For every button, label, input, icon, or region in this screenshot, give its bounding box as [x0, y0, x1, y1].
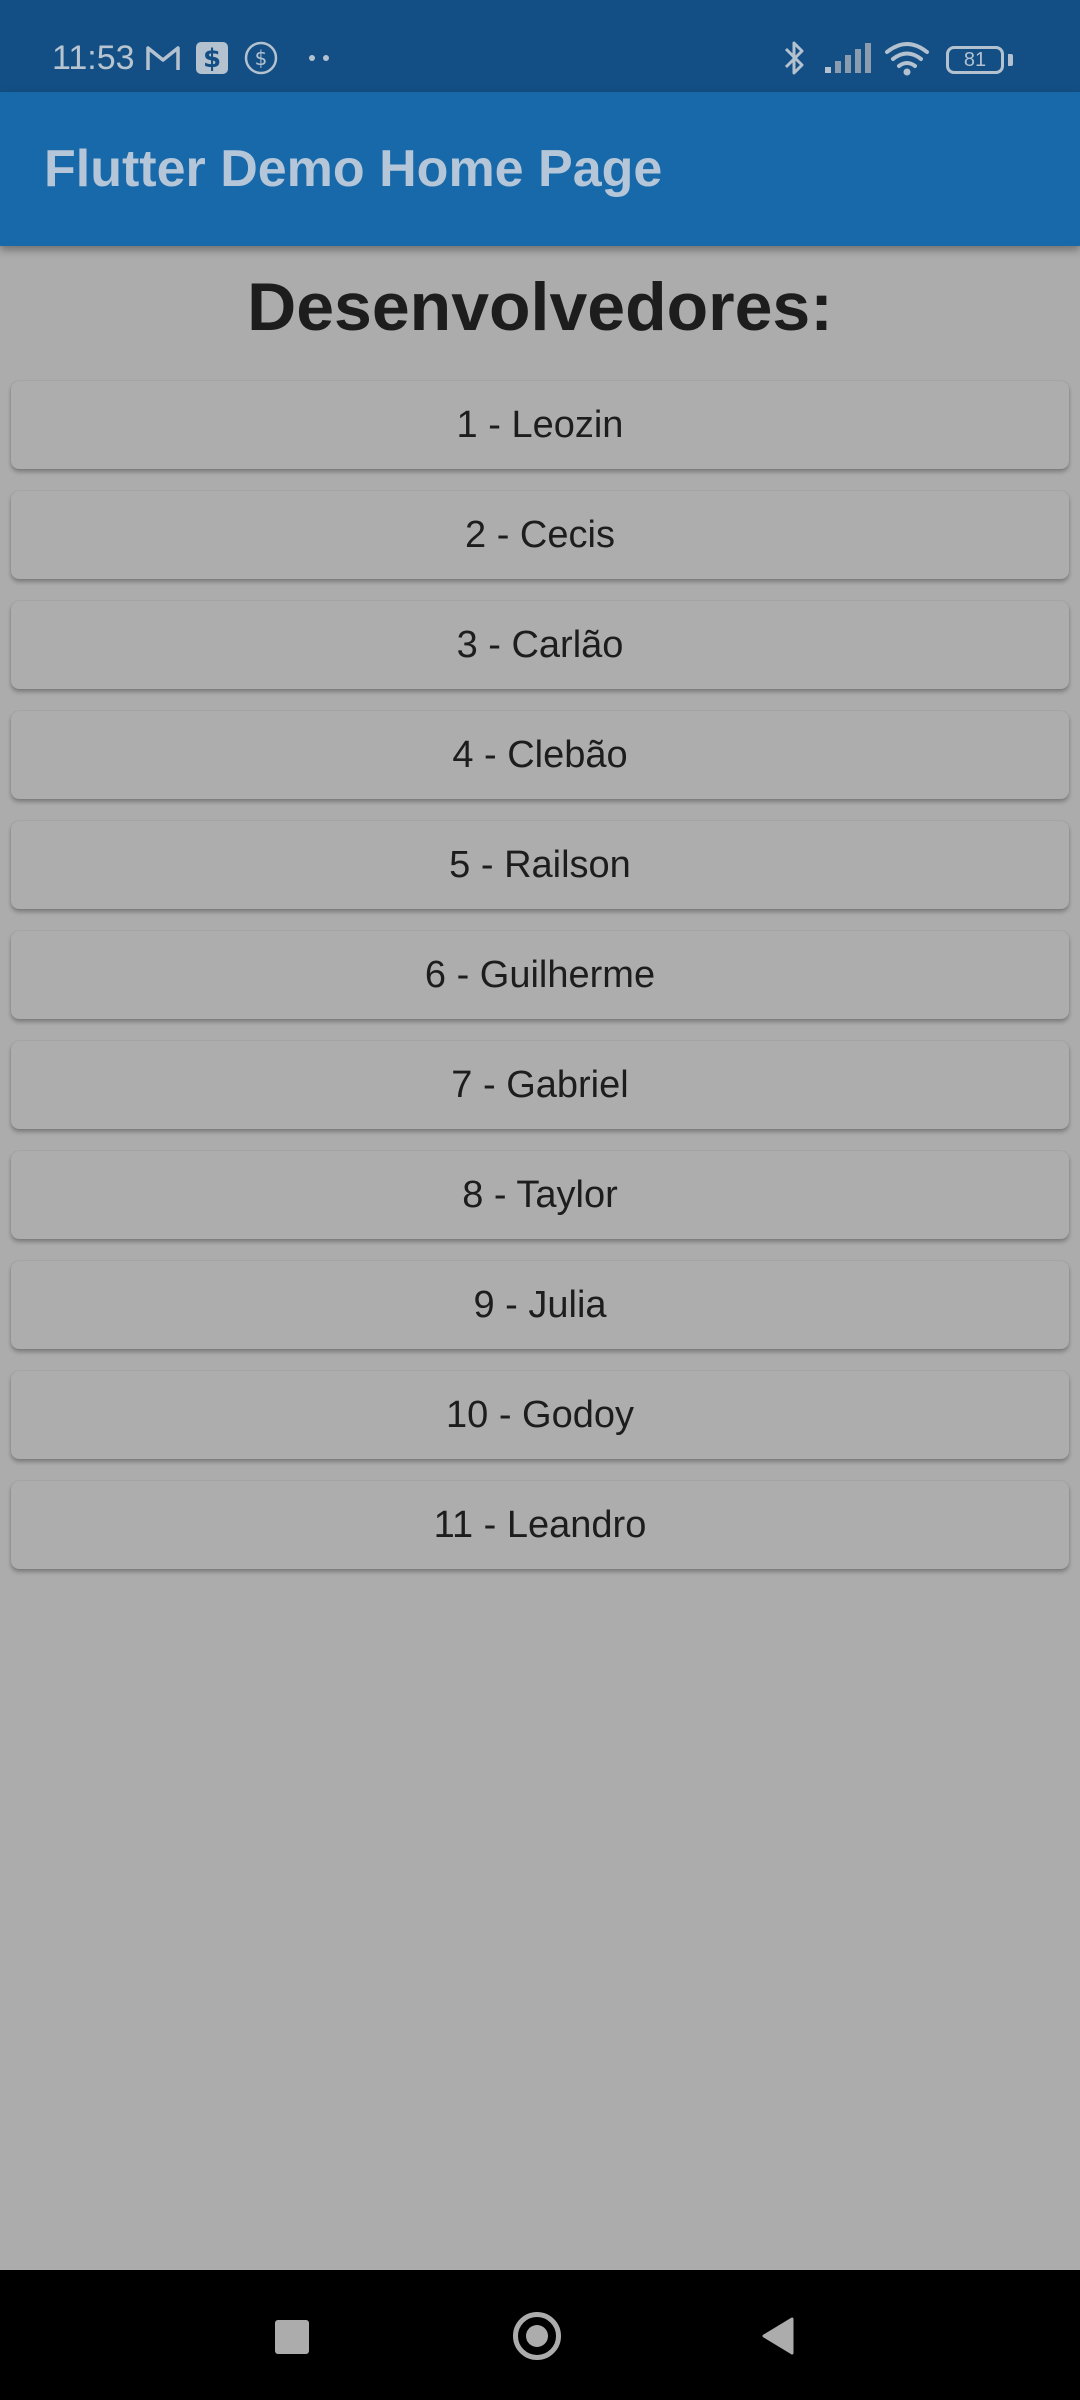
- gmail-icon: [144, 38, 182, 78]
- svg-text:$: $: [203, 44, 221, 74]
- dollar-circle-icon: $: [243, 38, 279, 78]
- page-heading: Desenvolvedores:: [247, 269, 833, 345]
- developer-button-6[interactable]: 6 - Guilherme: [11, 931, 1069, 1019]
- developer-button-10[interactable]: 10 - Godoy: [11, 1371, 1069, 1459]
- developer-button-9[interactable]: 9 - Julia: [11, 1261, 1069, 1349]
- developer-button-1[interactable]: 1 - Leozin: [11, 381, 1069, 469]
- system-nav-bar: [0, 2270, 1080, 2400]
- developer-button-5[interactable]: 5 - Railson: [11, 821, 1069, 909]
- dollar-box-icon: $: [194, 38, 230, 78]
- signal-icon: [822, 38, 874, 78]
- developer-button-7[interactable]: 7 - Gabriel: [11, 1041, 1069, 1129]
- developer-button-11[interactable]: 11 - Leandro: [11, 1481, 1069, 1569]
- developer-button-3[interactable]: 3 - Carlão: [11, 601, 1069, 689]
- wifi-icon: [882, 38, 932, 78]
- more-dots-icon: [304, 38, 334, 78]
- app-bar-title: Flutter Demo Home Page: [44, 140, 663, 198]
- app-bar: Flutter Demo Home Page: [0, 92, 1080, 246]
- developer-button-4[interactable]: 4 - Clebão: [11, 711, 1069, 799]
- developer-button-2[interactable]: 2 - Cecis: [11, 491, 1069, 579]
- battery-icon: 81: [946, 46, 1004, 74]
- bluetooth-icon: [780, 38, 810, 78]
- battery-tip: [1008, 54, 1013, 66]
- status-time: 11:53: [52, 39, 135, 77]
- home-circle-inner: [526, 2325, 548, 2347]
- back-triangle-icon[interactable]: [760, 2316, 796, 2356]
- home-circle-icon[interactable]: [513, 2312, 561, 2360]
- developer-button-8[interactable]: 8 - Taylor: [11, 1151, 1069, 1239]
- recents-square-icon[interactable]: [275, 2320, 309, 2354]
- status-bar: 11:53 $ $ 81: [0, 0, 1080, 92]
- svg-text:$: $: [255, 46, 268, 70]
